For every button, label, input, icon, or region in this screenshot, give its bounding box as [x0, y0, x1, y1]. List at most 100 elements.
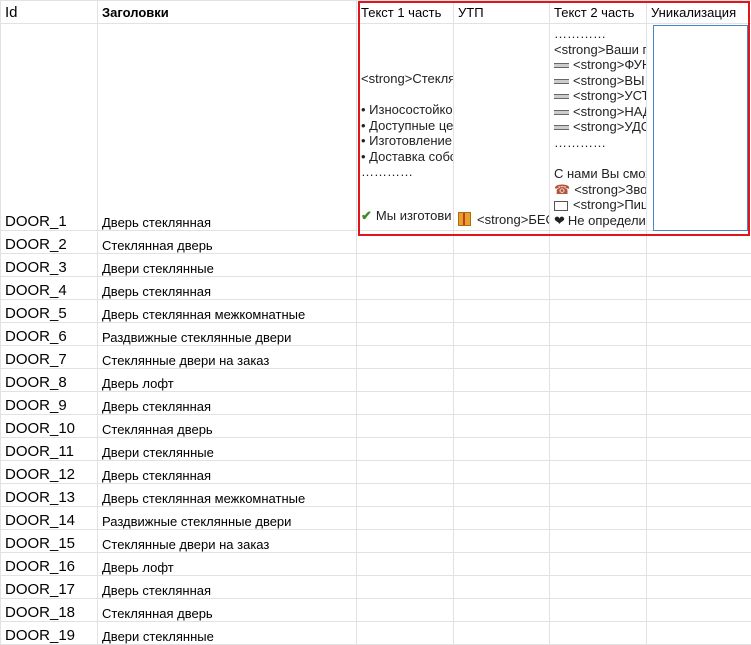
cell-id[interactable]: DOOR_11 [0, 437, 98, 461]
cell-text2[interactable] [549, 437, 647, 461]
cell-uniq[interactable] [646, 391, 751, 415]
cell-title[interactable]: Стеклянные двери на заказ [97, 529, 357, 553]
cell-utp[interactable] [453, 529, 550, 553]
cell-utp[interactable] [453, 483, 550, 507]
cell-text2[interactable] [549, 460, 647, 484]
cell-utp[interactable] [453, 437, 550, 461]
cell-text2[interactable] [549, 598, 647, 622]
cell-title[interactable]: Раздвижные стеклянные двери [97, 506, 357, 530]
cell-text1[interactable] [356, 575, 454, 599]
cell-utp[interactable] [453, 460, 550, 484]
cell-title[interactable]: Двери стеклянные [97, 253, 357, 277]
header-title[interactable]: Заголовки [97, 0, 357, 24]
header-id[interactable]: Id [0, 0, 98, 24]
cell-title[interactable]: Дверь лофт [97, 368, 357, 392]
cell-utp[interactable] [453, 345, 550, 369]
cell-title[interactable]: Дверь стеклянная межкомнатные [97, 299, 357, 323]
cell-utp[interactable] [453, 253, 550, 277]
cell-uniq[interactable] [646, 552, 751, 576]
cell-id[interactable]: DOOR_13 [0, 483, 98, 507]
cell-text2[interactable] [549, 322, 647, 346]
cell-text1[interactable] [356, 437, 454, 461]
cell-title[interactable]: Дверь стеклянная [97, 276, 357, 300]
cell-title[interactable]: Стеклянная дверь [97, 598, 357, 622]
cell-id[interactable]: DOOR_10 [0, 414, 98, 438]
cell-title[interactable]: Раздвижные стеклянные двери [97, 322, 357, 346]
cell-text1[interactable] [356, 391, 454, 415]
cell-text2[interactable] [549, 253, 647, 277]
cell-utp[interactable] [453, 621, 550, 645]
cell-utp[interactable] [453, 575, 550, 599]
cell-text2[interactable] [549, 299, 647, 323]
cell-uniq[interactable] [646, 529, 751, 553]
cell-title[interactable]: Дверь лофт [97, 552, 357, 576]
cell-title[interactable]: Дверь стеклянная межкомнатные [97, 483, 357, 507]
cell-text1[interactable] [356, 299, 454, 323]
cell-uniq[interactable] [646, 437, 751, 461]
cell-id[interactable]: DOOR_6 [0, 322, 98, 346]
cell-id[interactable]: DOOR_9 [0, 391, 98, 415]
cell-id[interactable]: DOOR_1 [0, 23, 98, 231]
cell-title[interactable]: Дверь стеклянная [97, 23, 357, 231]
cell-title[interactable]: Дверь стеклянная [97, 575, 357, 599]
cell-id[interactable]: DOOR_19 [0, 621, 98, 645]
cell-utp[interactable] [453, 552, 550, 576]
cell-title[interactable]: Стеклянная дверь [97, 230, 357, 254]
cell-text2[interactable] [549, 575, 647, 599]
cell-utp[interactable] [453, 598, 550, 622]
cell-id[interactable]: DOOR_14 [0, 506, 98, 530]
cell-text2[interactable] [549, 276, 647, 300]
cell-text1[interactable] [356, 368, 454, 392]
cell-uniq[interactable] [646, 368, 751, 392]
cell-text1[interactable] [356, 276, 454, 300]
cell-title[interactable]: Двери стеклянные [97, 621, 357, 645]
cell-uniq[interactable] [646, 414, 751, 438]
cell-text2[interactable] [549, 345, 647, 369]
cell-id[interactable]: DOOR_4 [0, 276, 98, 300]
cell-id[interactable]: DOOR_12 [0, 460, 98, 484]
cell-utp[interactable]: <strong>БЕС [453, 23, 550, 231]
cell-text1[interactable] [356, 230, 454, 254]
cell-uniq[interactable] [646, 230, 751, 254]
cell-id[interactable]: DOOR_17 [0, 575, 98, 599]
cell-uniq[interactable] [646, 253, 751, 277]
cell-text2[interactable]: ………… <strong>Ваши п <strong>ФУН <strong>… [549, 23, 647, 231]
cell-utp[interactable] [453, 276, 550, 300]
cell-text1[interactable] [356, 483, 454, 507]
header-text2[interactable]: Текст 2 часть [549, 0, 647, 24]
cell-utp[interactable] [453, 322, 550, 346]
cell-text2[interactable] [549, 414, 647, 438]
cell-uniq[interactable] [646, 299, 751, 323]
cell-text1[interactable] [356, 506, 454, 530]
cell-id[interactable]: DOOR_3 [0, 253, 98, 277]
cell-id[interactable]: DOOR_15 [0, 529, 98, 553]
cell-utp[interactable] [453, 368, 550, 392]
cell-uniq[interactable] [646, 23, 751, 231]
cell-uniq[interactable] [646, 621, 751, 645]
cell-uniq[interactable] [646, 460, 751, 484]
cell-id[interactable]: DOOR_5 [0, 299, 98, 323]
cell-text2[interactable] [549, 391, 647, 415]
cell-title[interactable]: Стеклянные двери на заказ [97, 345, 357, 369]
cell-utp[interactable] [453, 391, 550, 415]
cell-utp[interactable] [453, 299, 550, 323]
cell-text2[interactable] [549, 529, 647, 553]
cell-text1[interactable] [356, 322, 454, 346]
cell-text1[interactable] [356, 414, 454, 438]
cell-id[interactable]: DOOR_18 [0, 598, 98, 622]
cell-utp[interactable] [453, 230, 550, 254]
header-utp[interactable]: УТП [453, 0, 550, 24]
cell-utp[interactable] [453, 506, 550, 530]
cell-text1[interactable] [356, 598, 454, 622]
cell-text2[interactable] [549, 483, 647, 507]
cell-id[interactable]: DOOR_8 [0, 368, 98, 392]
cell-text1[interactable] [356, 253, 454, 277]
cell-text2[interactable] [549, 552, 647, 576]
cell-title[interactable]: Дверь стеклянная [97, 460, 357, 484]
cell-uniq[interactable] [646, 276, 751, 300]
cell-title[interactable]: Двери стеклянные [97, 437, 357, 461]
cell-text1[interactable] [356, 345, 454, 369]
cell-id[interactable]: DOOR_16 [0, 552, 98, 576]
cell-text1[interactable] [356, 621, 454, 645]
cell-utp[interactable] [453, 414, 550, 438]
